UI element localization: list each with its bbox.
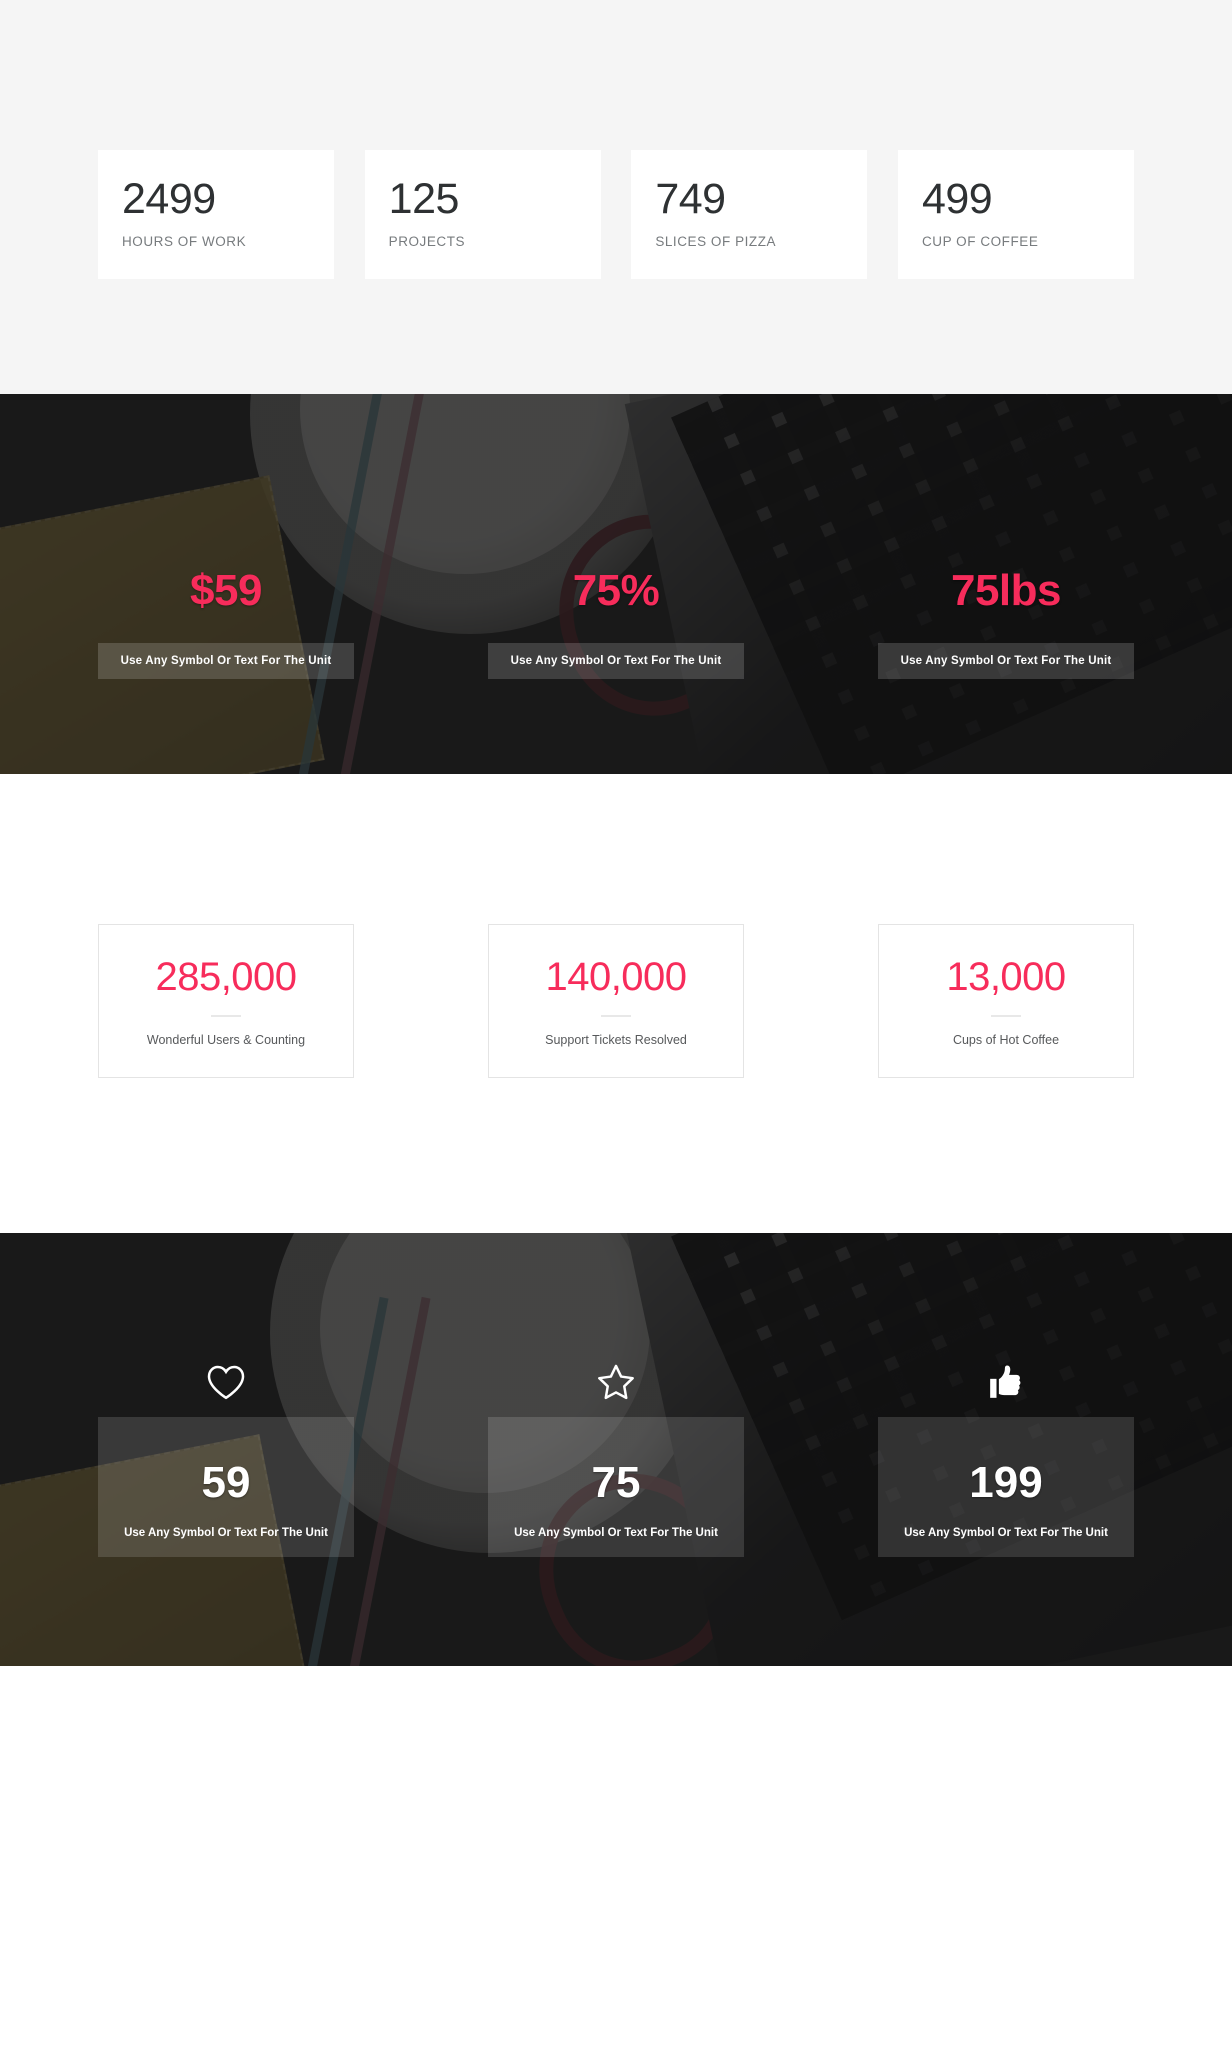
- heart-icon: [98, 1363, 354, 1421]
- counter-number: 2499: [122, 175, 216, 223]
- pink-counter-item: 75lbs Use Any Symbol Or Text For The Uni…: [878, 569, 1134, 679]
- bordered-counters-section: 285,000 Wonderful Users & Counting 140,0…: [0, 774, 1232, 1233]
- pink-counter-unit: Use Any Symbol Or Text For The Unit: [98, 643, 354, 679]
- counter-divider: [601, 1015, 631, 1017]
- thumbs-up-icon: [878, 1363, 1134, 1421]
- pink-counter-number: $59: [190, 566, 262, 615]
- icon-counter-unit: Use Any Symbol Or Text For The Unit: [904, 1527, 1108, 1539]
- star-icon: [488, 1363, 744, 1421]
- pink-counters-photo-section: $59 Use Any Symbol Or Text For The Unit …: [0, 394, 1232, 774]
- counter-card: 499 CUP OF COFFEE: [897, 150, 1134, 279]
- pink-counter-item: 75% Use Any Symbol Or Text For The Unit: [488, 569, 744, 679]
- icon-counter-item: 59 Use Any Symbol Or Text For The Unit: [98, 1363, 354, 1557]
- icon-counter-unit: Use Any Symbol Or Text For The Unit: [514, 1527, 718, 1539]
- counter-label: PROJECTS: [388, 234, 466, 249]
- icon-counter-number: 199: [969, 1458, 1043, 1507]
- pink-counter-number: 75%: [572, 566, 660, 615]
- counter-card: 2499 HOURS OF WORK: [98, 150, 334, 279]
- counter-divider: [991, 1015, 1021, 1017]
- bordered-counter-number: 140,000: [545, 955, 687, 999]
- counter-card: 749 SLICES OF PIZZA: [631, 150, 868, 279]
- bordered-counter-label: Support Tickets Resolved: [545, 1033, 687, 1047]
- counter-card: 125 PROJECTS: [364, 150, 601, 279]
- counter-label: CUP OF COFFEE: [921, 234, 1039, 249]
- bordered-counter-card: 13,000 Cups of Hot Coffee: [878, 924, 1134, 1078]
- pink-counters-row: $59 Use Any Symbol Or Text For The Unit …: [98, 569, 1134, 679]
- counter-number: 749: [655, 175, 726, 223]
- bordered-counter-card: 285,000 Wonderful Users & Counting: [98, 924, 354, 1078]
- bordered-counter-number: 13,000: [946, 955, 1066, 999]
- counter-label: HOURS OF WORK: [122, 234, 247, 249]
- pink-counter-item: $59 Use Any Symbol Or Text For The Unit: [98, 569, 354, 679]
- plain-counters-row: 2499 HOURS OF WORK 125 PROJECTS 749 SLIC…: [98, 150, 1134, 279]
- icon-counter-item: 199 Use Any Symbol Or Text For The Unit: [878, 1363, 1134, 1557]
- counter-divider: [211, 1015, 241, 1017]
- plain-counters-section: 2499 HOURS OF WORK 125 PROJECTS 749 SLIC…: [0, 0, 1232, 394]
- icon-counters-photo-section: 59 Use Any Symbol Or Text For The Unit 7…: [0, 1233, 1232, 1666]
- icon-counter-box: 59 Use Any Symbol Or Text For The Unit: [98, 1417, 354, 1557]
- bordered-counter-label: Cups of Hot Coffee: [952, 1033, 1060, 1047]
- icon-counters-row: 59 Use Any Symbol Or Text For The Unit 7…: [98, 1363, 1134, 1557]
- icon-counter-number: 59: [201, 1458, 251, 1507]
- icon-counter-unit: Use Any Symbol Or Text For The Unit: [124, 1527, 328, 1539]
- counter-number: 499: [921, 175, 993, 223]
- counter-label: SLICES OF PIZZA: [655, 234, 777, 249]
- icon-counter-item: 75 Use Any Symbol Or Text For The Unit: [488, 1363, 744, 1557]
- bordered-counter-card: 140,000 Support Tickets Resolved: [488, 924, 744, 1078]
- pink-counter-number: 75lbs: [950, 566, 1062, 615]
- bordered-counter-number: 285,000: [155, 955, 297, 999]
- counter-number: 125: [388, 175, 460, 223]
- pink-counter-unit: Use Any Symbol Or Text For The Unit: [878, 643, 1134, 679]
- pink-counter-unit: Use Any Symbol Or Text For The Unit: [488, 643, 744, 679]
- icon-counter-box: 199 Use Any Symbol Or Text For The Unit: [878, 1417, 1134, 1557]
- bordered-counter-label: Wonderful Users & Counting: [146, 1033, 306, 1047]
- icon-counter-number: 75: [591, 1458, 641, 1507]
- bordered-counters-row: 285,000 Wonderful Users & Counting 140,0…: [98, 924, 1134, 1078]
- icon-counter-box: 75 Use Any Symbol Or Text For The Unit: [488, 1417, 744, 1557]
